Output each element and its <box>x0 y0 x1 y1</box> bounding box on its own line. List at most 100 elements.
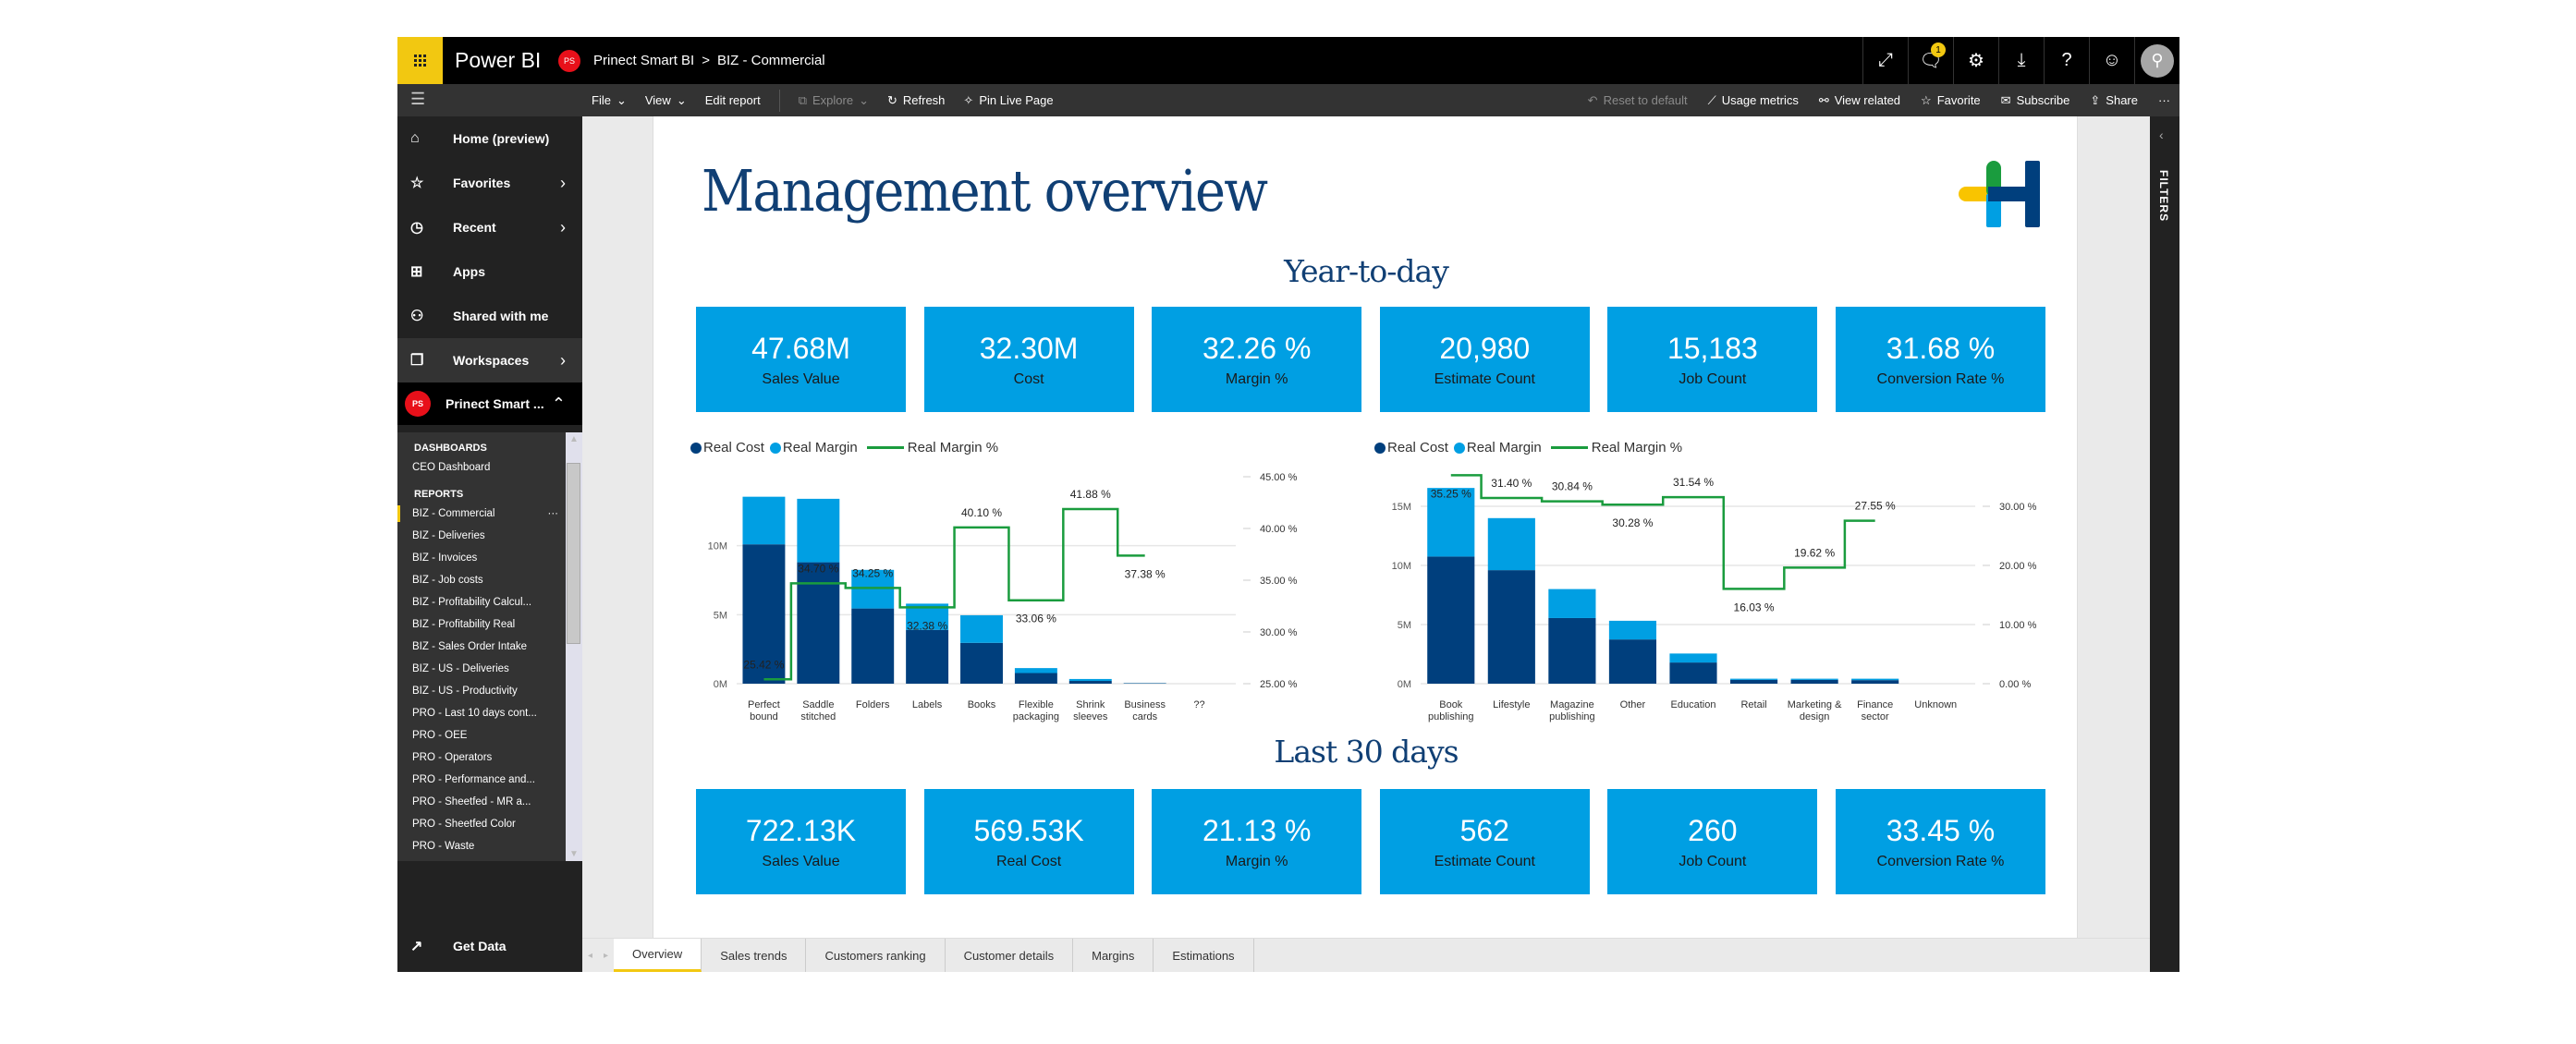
explore-menu[interactable]: ⧉ Explore ⌄ <box>799 93 869 108</box>
y2-tick-label: 10.00 % <box>1999 620 2037 631</box>
sidebar-scrollbar[interactable]: ▲ ▼ <box>566 432 582 861</box>
kpi-card[interactable]: 722.13K Sales Value <box>696 789 906 894</box>
sidebar-report-item[interactable]: PRO - Waste <box>397 835 582 857</box>
kpi-value: 15,183 <box>1666 331 1758 365</box>
help-button[interactable]: ? <box>2044 37 2089 84</box>
workspace-content-list: DASHBOARDS CEO Dashboard REPORTS BIZ - C… <box>397 432 582 861</box>
kpi-value: 20,980 <box>1439 331 1531 365</box>
share-button[interactable]: ⇪ Share <box>2090 93 2138 108</box>
download-button[interactable]: ⤓ <box>1998 37 2044 84</box>
data-label: 33.06 % <box>1016 613 1056 625</box>
x-tick-label: Other <box>1620 699 1646 710</box>
divider <box>778 89 780 112</box>
bar-real-cost <box>1427 556 1475 684</box>
sidebar-report-item[interactable]: BIZ - Profitability Real <box>397 613 582 636</box>
x-tick-label: ?? <box>1193 699 1204 710</box>
usage-metrics-button[interactable]: ⟋ Usage metrics <box>1708 93 1799 108</box>
get-data-button[interactable]: ↗ Get Data <box>397 920 582 972</box>
sidebar-report-item[interactable]: BIZ - Job costs <box>397 569 582 591</box>
reset-to-default-button[interactable]: ↶ Reset to default <box>1588 93 1688 108</box>
kpi-label: Margin % <box>1225 370 1288 387</box>
data-label: 30.28 % <box>1612 516 1653 529</box>
sidebar-report-item[interactable]: BIZ - US - Deliveries <box>397 658 582 680</box>
nav-recent-label: Recent <box>453 220 496 235</box>
app-launcher-button[interactable] <box>397 37 443 84</box>
bar-real-cost <box>1851 680 1899 684</box>
edit-report-button[interactable]: Edit report <box>705 93 761 107</box>
kpi-card[interactable]: 32.26 % Margin % <box>1152 307 1362 412</box>
sidebar-report-item[interactable]: PRO - Performance and... <box>397 769 582 791</box>
tab-sales-trends[interactable]: Sales trends <box>702 939 807 972</box>
sidebar-report-item[interactable]: PRO - Workload and se... <box>397 857 582 861</box>
notifications-button[interactable]: 🗨 1 <box>1908 37 1953 84</box>
sidebar-report-item[interactable]: PRO - Operators <box>397 747 582 769</box>
tab-customers-ranking[interactable]: Customers ranking <box>806 939 946 972</box>
subscribe-button[interactable]: ✉ Subscribe <box>2001 93 2070 108</box>
more-options-icon[interactable]: ··· <box>548 503 559 525</box>
nav-favorites[interactable]: ☆ Favorites › <box>397 161 582 205</box>
kpi-card[interactable]: 32.30M Cost <box>923 307 1134 412</box>
kpi-card[interactable]: 20,980 Estimate Count <box>1379 307 1590 412</box>
tab-scroll-left-icon[interactable]: ◂ <box>588 951 592 961</box>
expand-button[interactable]: ⤢ <box>1862 37 1908 84</box>
hamburger-menu-icon[interactable]: ☰ <box>410 90 425 109</box>
account-button[interactable]: ⚲ <box>2134 37 2179 84</box>
report-label: BIZ - Commercial <box>412 508 495 519</box>
more-options-button[interactable]: ··· <box>2158 93 2170 107</box>
sidebar-report-item[interactable]: BIZ - Deliveries <box>397 525 582 547</box>
sidebar-report-item[interactable]: PRO - OEE <box>397 724 582 747</box>
feedback-button[interactable]: ☺ <box>2089 37 2134 84</box>
current-workspace[interactable]: PS Prinect Smart ... ⌃ <box>397 382 582 425</box>
sidebar-report-item[interactable]: PRO - Sheetfed - MR a... <box>397 791 582 813</box>
sidebar-report-item[interactable]: BIZ - Sales Order Intake <box>397 636 582 658</box>
data-label: 34.25 % <box>852 566 893 579</box>
kpi-card[interactable]: 31.68 % Conversion Rate % <box>1835 307 2045 412</box>
tab-margins[interactable]: Margins <box>1073 939 1154 972</box>
sidebar-dashboard-item[interactable]: CEO Dashboard <box>397 456 582 479</box>
sidebar-report-item[interactable]: PRO - Last 10 days cont... <box>397 702 582 724</box>
nav-apps[interactable]: ⊞ Apps <box>397 249 582 294</box>
kpi-card[interactable]: 15,183 Job Count <box>1607 307 1818 412</box>
favorite-button[interactable]: ☆ Favorite <box>1921 93 1981 108</box>
report-page: Management overview Year-to-day 47.68M Sa… <box>653 116 2078 938</box>
report-label: BIZ - Invoices <box>412 552 478 564</box>
data-label: 37.38 % <box>1125 567 1166 580</box>
view-related-button[interactable]: ⚯ View related <box>1819 93 1900 108</box>
chart-by-segment: Real Cost Real Margin Real Margin % 0M 5M… <box>1374 440 2040 745</box>
tab-estimations[interactable]: Estimations <box>1154 939 1254 972</box>
bar-real-margin <box>742 496 786 545</box>
sidebar-report-item[interactable]: BIZ - US - Productivity <box>397 680 582 702</box>
settings-button[interactable]: ⚙ <box>1953 37 1998 84</box>
filters-pane[interactable]: ‹ FILTERS <box>2150 116 2179 972</box>
pin-live-page-button[interactable]: ✧ Pin Live Page <box>963 93 1053 108</box>
kpi-card[interactable]: 562 Estimate Count <box>1379 789 1590 894</box>
top-bar: Power BI PS Prinect Smart BI > BIZ - Com… <box>397 37 2179 84</box>
breadcrumb-workspace[interactable]: Prinect Smart BI <box>593 53 694 68</box>
kpi-card[interactable]: 569.53K Real Cost <box>923 789 1134 894</box>
scroll-up-icon[interactable]: ▲ <box>569 434 579 444</box>
x-tick-label: Retail <box>1740 699 1766 710</box>
scroll-down-icon[interactable]: ▼ <box>569 849 579 859</box>
file-menu[interactable]: File ⌄ <box>592 93 627 108</box>
nav-shared-with-me[interactable]: ⚇ Shared with me <box>397 294 582 338</box>
nav-workspaces[interactable]: ❐ Workspaces › <box>397 338 582 382</box>
scrollbar-thumb[interactable] <box>567 463 580 644</box>
nav-home[interactable]: ⌂ Home (preview) <box>397 116 582 161</box>
sidebar-report-item[interactable]: BIZ - Commercial ··· <box>397 503 582 525</box>
tab-overview[interactable]: Overview <box>614 939 702 972</box>
tab-customer-details[interactable]: Customer details <box>946 939 1074 972</box>
chevron-left-icon[interactable]: ‹ <box>2159 127 2164 142</box>
sidebar-report-item[interactable]: PRO - Sheetfed Color <box>397 813 582 835</box>
brand-name[interactable]: Power BI <box>455 48 541 73</box>
tab-scroll-right-icon[interactable]: ▸ <box>604 951 608 961</box>
kpi-card[interactable]: 21.13 % Margin % <box>1152 789 1362 894</box>
kpi-card[interactable]: 33.45 % Conversion Rate % <box>1835 789 2045 894</box>
sidebar-report-item[interactable]: BIZ - Invoices <box>397 547 582 569</box>
nav-recent[interactable]: ◷ Recent › <box>397 205 582 249</box>
y2-tick-label: 20.00 % <box>1999 561 2037 572</box>
refresh-button[interactable]: ↻ Refresh <box>887 93 945 108</box>
sidebar-report-item[interactable]: BIZ - Profitability Calcul... <box>397 591 582 613</box>
kpi-card[interactable]: 260 Job Count <box>1607 789 1818 894</box>
kpi-card[interactable]: 47.68M Sales Value <box>696 307 906 412</box>
view-menu[interactable]: View ⌄ <box>645 93 687 108</box>
